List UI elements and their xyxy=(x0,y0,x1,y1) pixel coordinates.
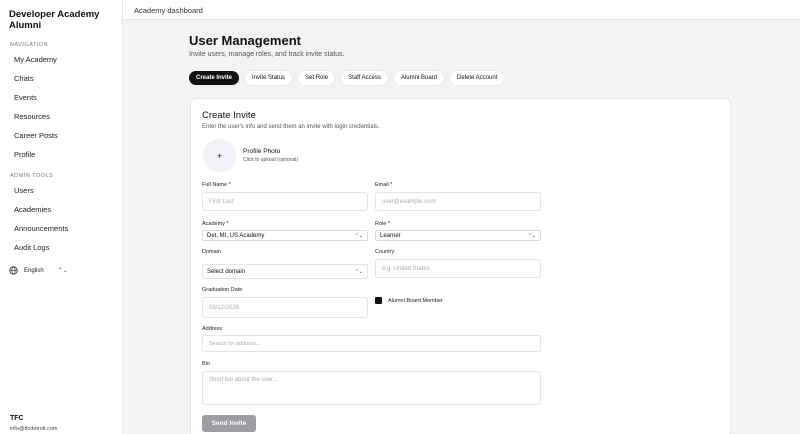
sidebar-item-profile[interactable]: Profile xyxy=(14,150,35,159)
academy-label: Academy * xyxy=(202,221,229,227)
address-label: Address xyxy=(202,326,223,332)
brand-title: Developer Academy Alumni xyxy=(9,9,100,31)
chevron-updown-icon: ⌃⌄ xyxy=(527,232,536,239)
sidebar-item-announcements[interactable]: Announcements xyxy=(14,224,68,233)
topbar-title: Academy dashboard xyxy=(134,6,203,15)
sidebar-item-academies[interactable]: Academies xyxy=(14,205,51,214)
domain-select[interactable]: Select domain ⌃⌄ xyxy=(202,264,368,279)
plus-icon: + xyxy=(216,150,223,161)
sidebar-item-users[interactable]: Users xyxy=(14,186,34,195)
email-label: Email * xyxy=(375,182,393,188)
graduation-date-label: Graduation Date xyxy=(202,287,243,293)
top-bar: Academy dashboard xyxy=(123,0,800,20)
chevron-updown-icon: ⌃⌄ xyxy=(354,232,363,239)
sidebar-item-audit-logs[interactable]: Audit Logs xyxy=(14,243,49,252)
user-name: TFC xyxy=(10,415,24,422)
graduation-date-input[interactable]: 03/12/2026 xyxy=(202,297,368,318)
page-title: User Management xyxy=(189,33,301,48)
full-name-input[interactable]: First Last xyxy=(202,192,368,211)
academy-select-value: Det, MI, US Academy xyxy=(207,232,265,239)
language-select[interactable]: English ⌃⌄ xyxy=(9,266,68,275)
alumni-board-option[interactable]: Alumni Board Member xyxy=(375,297,443,304)
profile-photo-hint: Click to upload (optional) xyxy=(243,157,299,163)
academy-select[interactable]: Det, MI, US Academy ⌃⌄ xyxy=(202,230,368,241)
sidebar-item-career-posts[interactable]: Career Posts xyxy=(14,131,58,140)
create-invite-card: Create Invite Enter the user's info and … xyxy=(190,98,731,434)
bio-textarea[interactable]: Short bio about the user... xyxy=(202,371,541,405)
chevron-updown-icon: ⌃⌄ xyxy=(354,268,363,275)
tab-create-invite[interactable]: Create Invite xyxy=(189,71,240,85)
domain-label: Domain xyxy=(202,249,221,255)
card-subtitle: Enter the user's info and send them an i… xyxy=(202,124,380,130)
alumni-board-label: Alumni Board Member xyxy=(388,297,443,304)
nav-section-label: NAVIGATION xyxy=(10,42,49,48)
tab-alumni-board[interactable]: Alumni Board xyxy=(393,71,444,85)
role-select[interactable]: Learner ⌃⌄ xyxy=(375,230,541,241)
country-label: Country xyxy=(375,249,395,255)
full-name-label: Full Name * xyxy=(202,182,231,188)
send-invite-button[interactable]: Send Invite xyxy=(202,415,256,432)
sidebar-item-my-academy[interactable]: My Academy xyxy=(14,55,57,64)
sidebar-item-events[interactable]: Events xyxy=(14,93,37,102)
tab-invite-status[interactable]: Invite Status xyxy=(245,71,293,85)
sidebar-item-chats[interactable]: Chats xyxy=(14,74,34,83)
tab-staff-access[interactable]: Staff Access xyxy=(341,71,388,85)
card-title: Create Invite xyxy=(202,110,256,121)
globe-icon xyxy=(9,266,18,275)
chevron-updown-icon: ⌃⌄ xyxy=(57,268,68,274)
page-subtitle: Invite users, manage roles, and track in… xyxy=(189,51,345,58)
admin-section-label: ADMIN TOOLS xyxy=(10,173,54,179)
language-label: English xyxy=(24,267,44,274)
address-input[interactable]: Search for address... xyxy=(202,335,541,352)
domain-select-value: Select domain xyxy=(207,268,246,275)
bio-label: Bio xyxy=(202,361,210,367)
sidebar-item-resources[interactable]: Resources xyxy=(14,112,50,121)
role-select-value: Learner xyxy=(380,232,401,239)
profile-photo-upload[interactable]: + xyxy=(203,139,236,172)
role-label: Role * xyxy=(375,221,390,227)
sidebar: Developer Academy Alumni NAVIGATION My A… xyxy=(0,0,123,434)
user-email: info@tfcdetroit.com xyxy=(10,426,58,432)
alumni-board-checkbox[interactable] xyxy=(375,297,382,304)
tab-bar: Create Invite Invite Status Set Role Sta… xyxy=(189,71,505,85)
country-input[interactable]: e.g. United States xyxy=(375,259,541,278)
email-input[interactable]: user@example.com xyxy=(375,192,541,211)
tab-delete-account[interactable]: Delete Account xyxy=(450,71,505,85)
profile-photo-title: Profile Photo xyxy=(243,148,281,155)
tab-set-role[interactable]: Set Role xyxy=(298,71,336,85)
